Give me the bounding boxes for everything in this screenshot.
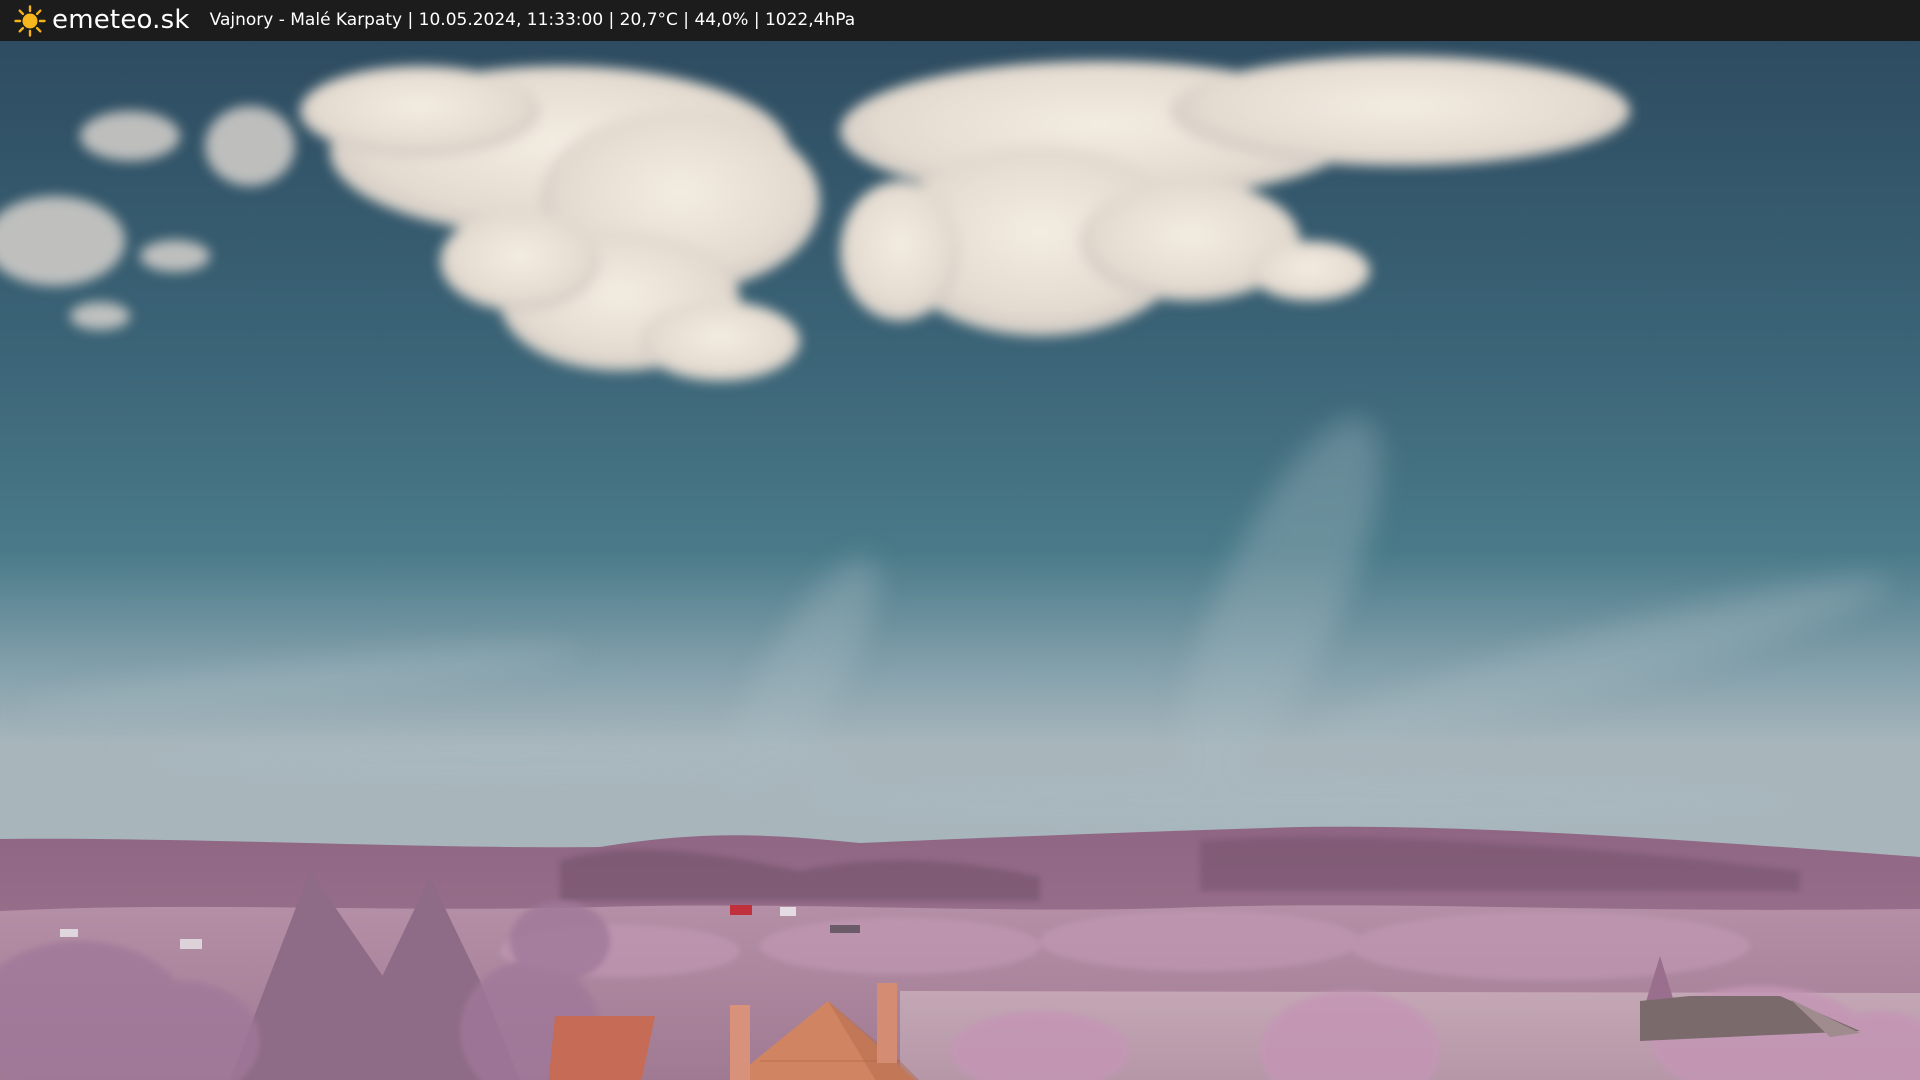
brand-logo[interactable]: emeteo.sk [14, 0, 190, 41]
webcam-viewer: emeteo.sk Vajnory - Malé Karpaty | 10.05… [0, 0, 1920, 1080]
webcam-image [0, 41, 1920, 1080]
sun-icon [14, 4, 46, 37]
brand-name: emeteo.sk [52, 5, 190, 35]
header-bar: emeteo.sk Vajnory - Malé Karpaty | 10.05… [0, 0, 1920, 41]
weather-info-text: Vajnory - Malé Karpaty | 10.05.2024, 11:… [209, 10, 856, 30]
